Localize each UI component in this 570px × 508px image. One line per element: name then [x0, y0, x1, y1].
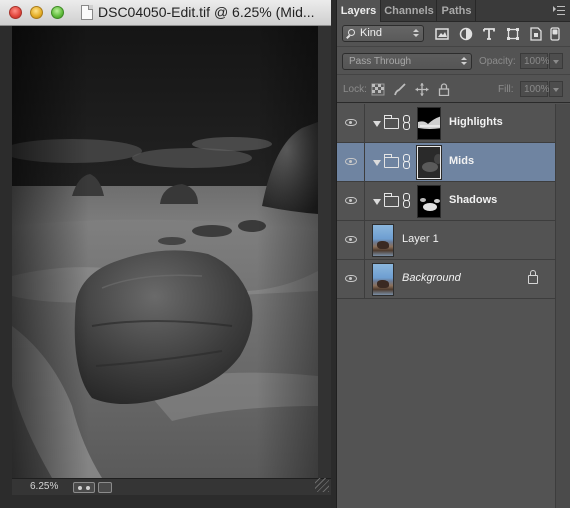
zoom-level-field[interactable]: 6.25% — [30, 481, 58, 492]
lock-label: Lock: — [343, 84, 367, 95]
eye-icon — [345, 275, 357, 282]
canvas-photo — [12, 26, 318, 478]
lock-all-icon[interactable] — [437, 83, 451, 96]
blend-mode-value: Pass Through — [349, 56, 412, 67]
tab-channels[interactable]: Channels — [382, 0, 437, 22]
layer-name[interactable]: Layer 1 — [402, 233, 439, 245]
layer-name[interactable]: Mids — [449, 155, 474, 167]
document-scroll-area[interactable] — [318, 26, 331, 478]
eye-icon — [345, 197, 357, 204]
layer-name[interactable]: Background — [402, 272, 461, 284]
select-arrows-icon — [413, 29, 419, 38]
filter-toggle-icon[interactable] — [550, 27, 560, 41]
folder-icon — [384, 154, 399, 168]
document-window: DSC04050-Edit.tif @ 6.25% (Mid... 6.25% — [0, 0, 331, 508]
layer-name[interactable]: Shadows — [449, 194, 497, 206]
folder-icon — [384, 115, 399, 129]
layer-mask-thumbnail[interactable] — [416, 145, 442, 180]
chevron-down-icon — [553, 60, 559, 64]
tab-layers[interactable]: Layers — [337, 0, 381, 22]
lock-transparent-icon[interactable] — [371, 83, 385, 96]
link-chain-icon[interactable] — [403, 193, 411, 210]
layer-mask-thumbnail[interactable] — [417, 107, 441, 140]
document-titlebar[interactable]: DSC04050-Edit.tif @ 6.25% (Mid... — [0, 0, 331, 26]
lock-row: Lock: Fill: 100% — [337, 76, 570, 103]
eye-icon — [345, 236, 357, 243]
eye-icon — [345, 119, 357, 126]
disclosure-triangle-icon[interactable] — [373, 121, 381, 127]
folder-icon — [384, 193, 399, 207]
document-file-icon — [81, 5, 93, 20]
blend-mode-select[interactable]: Pass Through — [342, 53, 472, 70]
adjustment-filter-icon[interactable] — [459, 27, 473, 41]
filter-kind-label: Kind — [360, 27, 383, 39]
opacity-label: Opacity: — [479, 56, 516, 67]
zoom-window-button[interactable] — [51, 6, 64, 19]
lock-position-icon[interactable] — [415, 83, 429, 96]
eye-icon — [345, 158, 357, 165]
shape-filter-icon[interactable] — [506, 27, 520, 41]
share-export-icon[interactable] — [98, 482, 112, 493]
visibility-toggle[interactable] — [337, 143, 365, 181]
visibility-toggle[interactable] — [337, 260, 365, 298]
fill-label: Fill: — [498, 84, 514, 95]
minimize-window-button[interactable] — [30, 6, 43, 19]
layers-scrollbar[interactable] — [555, 104, 570, 508]
lock-image-icon[interactable] — [393, 83, 407, 96]
fill-slider-button[interactable] — [549, 81, 563, 97]
type-filter-icon[interactable] — [482, 27, 496, 41]
layer-name[interactable]: Highlights — [449, 116, 503, 128]
pixel-filter-icon[interactable] — [435, 27, 449, 41]
chevron-down-icon — [553, 88, 559, 92]
layer-list: Highlights Mids Shadows Layer 1 Backgrou… — [337, 104, 570, 508]
layer-row-layer-1[interactable]: Layer 1 — [337, 221, 555, 260]
blend-row: Pass Through Opacity: 100% — [337, 48, 570, 75]
panel-menu-icon[interactable] — [553, 5, 565, 16]
opacity-slider-button[interactable] — [549, 53, 563, 69]
document-title: DSC04050-Edit.tif @ 6.25% (Mid... — [98, 4, 315, 20]
smart-object-filter-icon[interactable] — [529, 27, 543, 41]
tab-paths[interactable]: Paths — [438, 0, 476, 22]
layer-thumbnail[interactable] — [372, 224, 394, 257]
layers-panel: Layers Channels Paths Kind Pass Through … — [336, 0, 570, 508]
layer-row-highlights[interactable]: Highlights — [337, 104, 555, 143]
opacity-field[interactable]: 100% — [520, 53, 550, 69]
search-icon — [348, 29, 355, 36]
panel-tab-bar: Layers Channels Paths — [337, 0, 570, 22]
disclosure-triangle-icon[interactable] — [373, 160, 381, 166]
resize-grip-icon[interactable] — [315, 478, 329, 492]
image-canvas[interactable] — [12, 26, 318, 478]
layer-row-background[interactable]: Background — [337, 260, 555, 299]
layer-thumbnail[interactable] — [372, 263, 394, 296]
link-chain-icon[interactable] — [403, 115, 411, 132]
filter-kind-select[interactable]: Kind — [342, 25, 424, 42]
layer-row-shadows[interactable]: Shadows — [337, 182, 555, 221]
visibility-toggle[interactable] — [337, 104, 365, 142]
document-status-bar: 6.25% — [12, 478, 331, 495]
disclosure-triangle-icon[interactable] — [373, 199, 381, 205]
layer-row-mids[interactable]: Mids — [337, 143, 555, 182]
layer-filter-row: Kind — [337, 22, 570, 47]
visibility-toggle[interactable] — [337, 182, 365, 220]
layer-mask-thumbnail[interactable] — [417, 185, 441, 218]
visibility-toggle[interactable] — [337, 221, 365, 259]
fill-field[interactable]: 100% — [520, 81, 550, 97]
select-arrows-icon — [461, 57, 467, 66]
status-info-toggle-icon[interactable] — [73, 482, 95, 493]
close-window-button[interactable] — [9, 6, 22, 19]
link-chain-icon[interactable] — [403, 154, 411, 171]
lock-icon — [528, 270, 538, 284]
